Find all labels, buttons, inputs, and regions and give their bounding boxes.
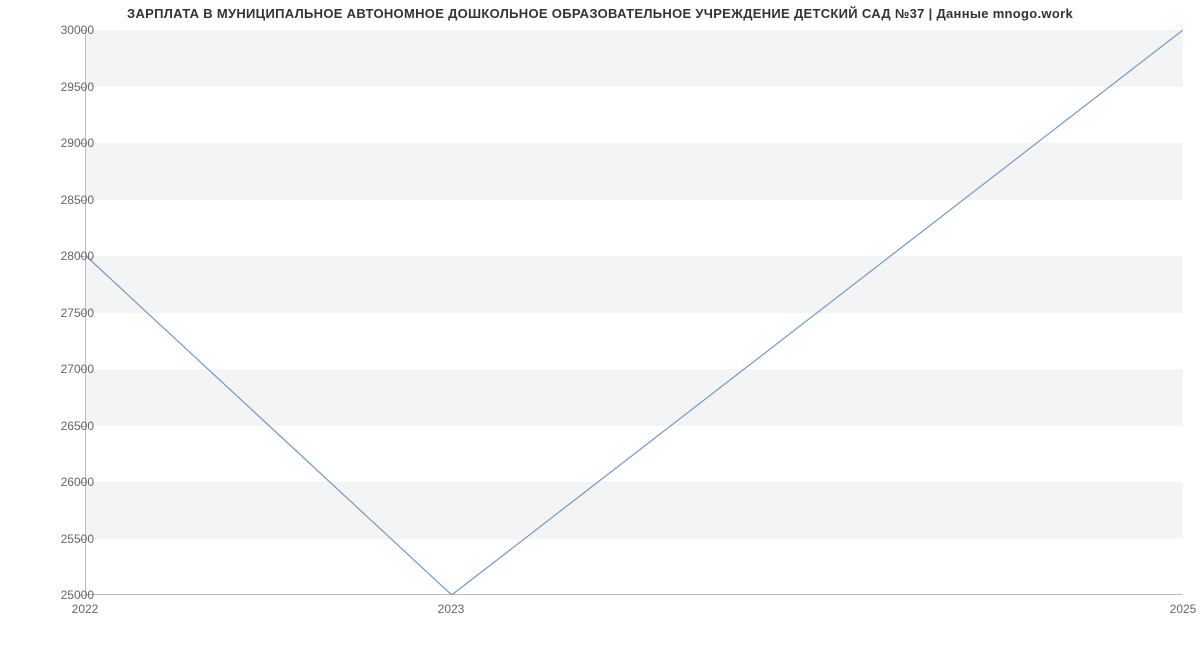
y-tick-label: 28500 — [34, 193, 94, 207]
y-tick-label: 25500 — [34, 532, 94, 546]
x-tick-label: 2022 — [72, 602, 99, 616]
chart-title: ЗАРПЛАТА В МУНИЦИПАЛЬНОЕ АВТОНОМНОЕ ДОШК… — [0, 6, 1200, 21]
y-tick-label: 27000 — [34, 362, 94, 376]
x-tick-label: 2023 — [438, 602, 465, 616]
y-tick-label: 26000 — [34, 475, 94, 489]
y-tick-label: 29500 — [34, 80, 94, 94]
x-tick-label: 2025 — [1170, 602, 1197, 616]
y-tick-label: 27500 — [34, 306, 94, 320]
y-tick-label: 30000 — [34, 23, 94, 37]
plot-area — [85, 30, 1183, 595]
y-tick-label: 26500 — [34, 419, 94, 433]
y-tick-label: 29000 — [34, 136, 94, 150]
chart-container: ЗАРПЛАТА В МУНИЦИПАЛЬНОЕ АВТОНОМНОЕ ДОШК… — [0, 0, 1200, 650]
y-tick-label: 28000 — [34, 249, 94, 263]
y-tick-label: 25000 — [34, 588, 94, 602]
data-line — [86, 30, 1183, 595]
